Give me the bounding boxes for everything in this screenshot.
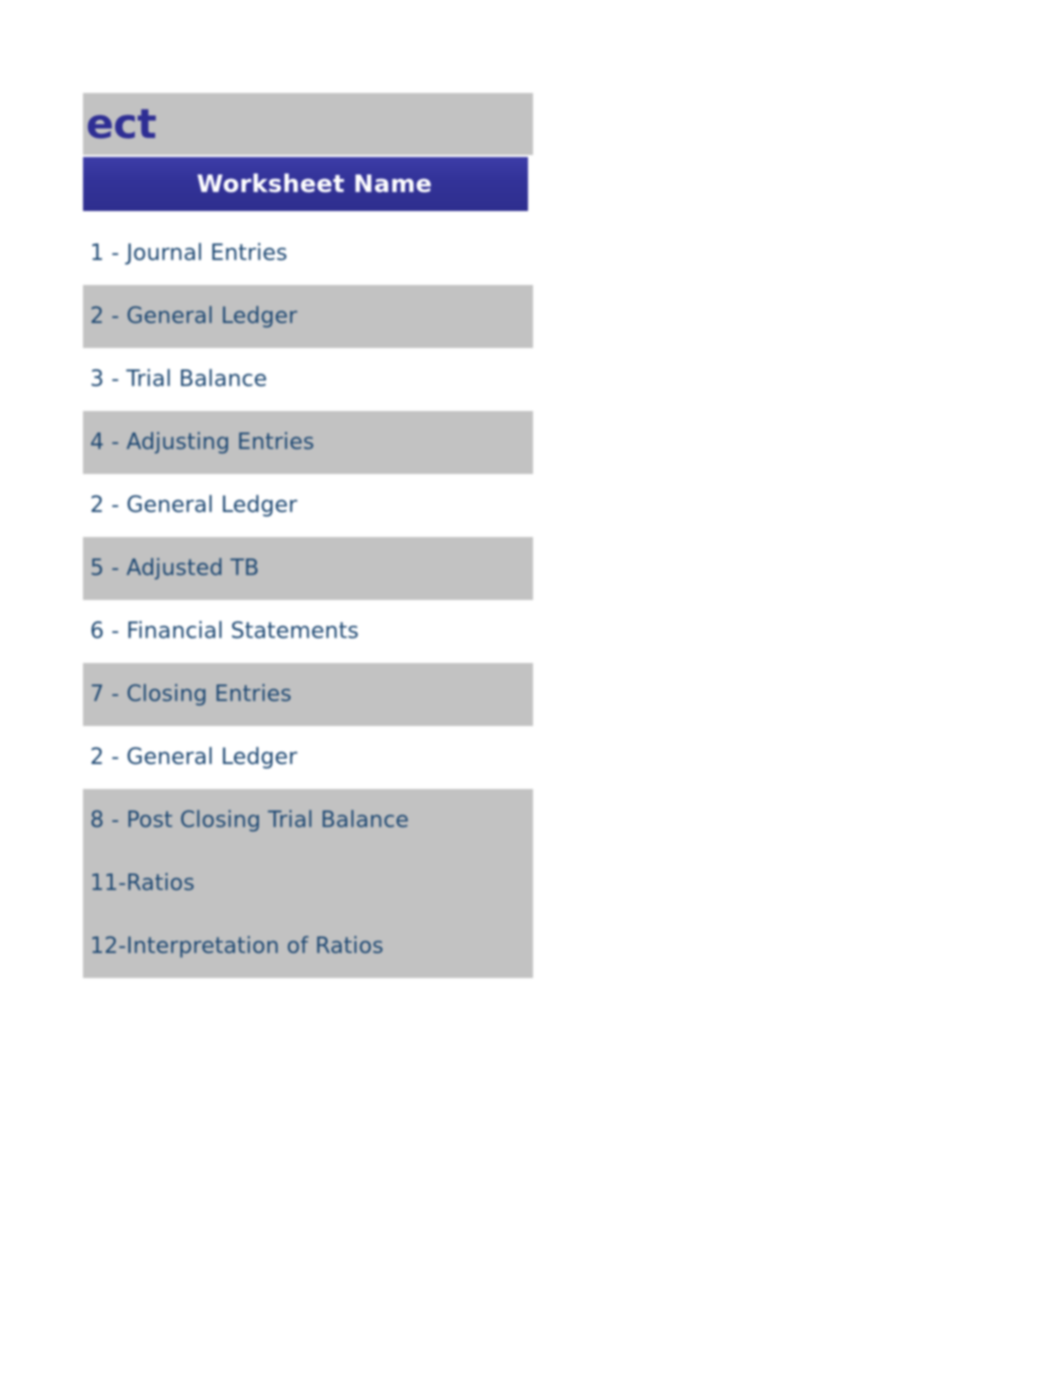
worksheet-row[interactable]: 2 - General Ledger bbox=[83, 474, 533, 537]
worksheet-name-header-label: Worksheet Name bbox=[196, 170, 433, 198]
page-title: ect bbox=[86, 100, 157, 148]
worksheet-row[interactable]: 11-Ratios bbox=[83, 852, 533, 915]
worksheet-row-label: 2 - General Ledger bbox=[90, 745, 298, 770]
worksheet-row-label: 8 - Post Closing Trial Balance bbox=[90, 808, 410, 833]
worksheet-row-label: 6 - Financial Statements bbox=[90, 619, 359, 644]
worksheet-row[interactable]: 3 - Trial Balance bbox=[83, 348, 533, 411]
worksheet-row[interactable]: 12-Interpretation of Ratios bbox=[83, 915, 533, 978]
worksheet-row[interactable]: 4 - Adjusting Entries bbox=[83, 411, 533, 474]
worksheet-row-list: 1 - Journal Entries 2 - General Ledger 3 -… bbox=[83, 222, 535, 978]
worksheet-row[interactable]: 8 - Post Closing Trial Balance bbox=[83, 789, 533, 852]
document-title-band: ect bbox=[83, 93, 533, 155]
worksheet-row-label: 2 - General Ledger bbox=[90, 304, 298, 329]
worksheet-index-block: ect Worksheet Name 1 - Journal Entries 2 … bbox=[83, 93, 535, 978]
worksheet-row-label: 1 - Journal Entries bbox=[90, 241, 288, 266]
worksheet-row[interactable]: 5 - Adjusted TB bbox=[83, 537, 533, 600]
document-page: ect Worksheet Name 1 - Journal Entries 2 … bbox=[0, 0, 1062, 1377]
worksheet-row-label: 12-Interpretation of Ratios bbox=[90, 934, 384, 959]
worksheet-row-label: 11-Ratios bbox=[90, 871, 195, 896]
worksheet-name-header: Worksheet Name bbox=[83, 157, 528, 211]
worksheet-row[interactable]: 2 - General Ledger bbox=[83, 285, 533, 348]
worksheet-row-label: 2 - General Ledger bbox=[90, 493, 298, 518]
worksheet-row-label: 3 - Trial Balance bbox=[90, 367, 268, 392]
worksheet-row-label: 7 - Closing Entries bbox=[90, 682, 292, 707]
worksheet-row[interactable]: 6 - Financial Statements bbox=[83, 600, 533, 663]
worksheet-row[interactable]: 7 - Closing Entries bbox=[83, 663, 533, 726]
worksheet-row-label: 4 - Adjusting Entries bbox=[90, 430, 315, 455]
worksheet-row-label: 5 - Adjusted TB bbox=[90, 556, 260, 581]
worksheet-row[interactable]: 1 - Journal Entries bbox=[83, 222, 533, 285]
worksheet-row[interactable]: 2 - General Ledger bbox=[83, 726, 533, 789]
